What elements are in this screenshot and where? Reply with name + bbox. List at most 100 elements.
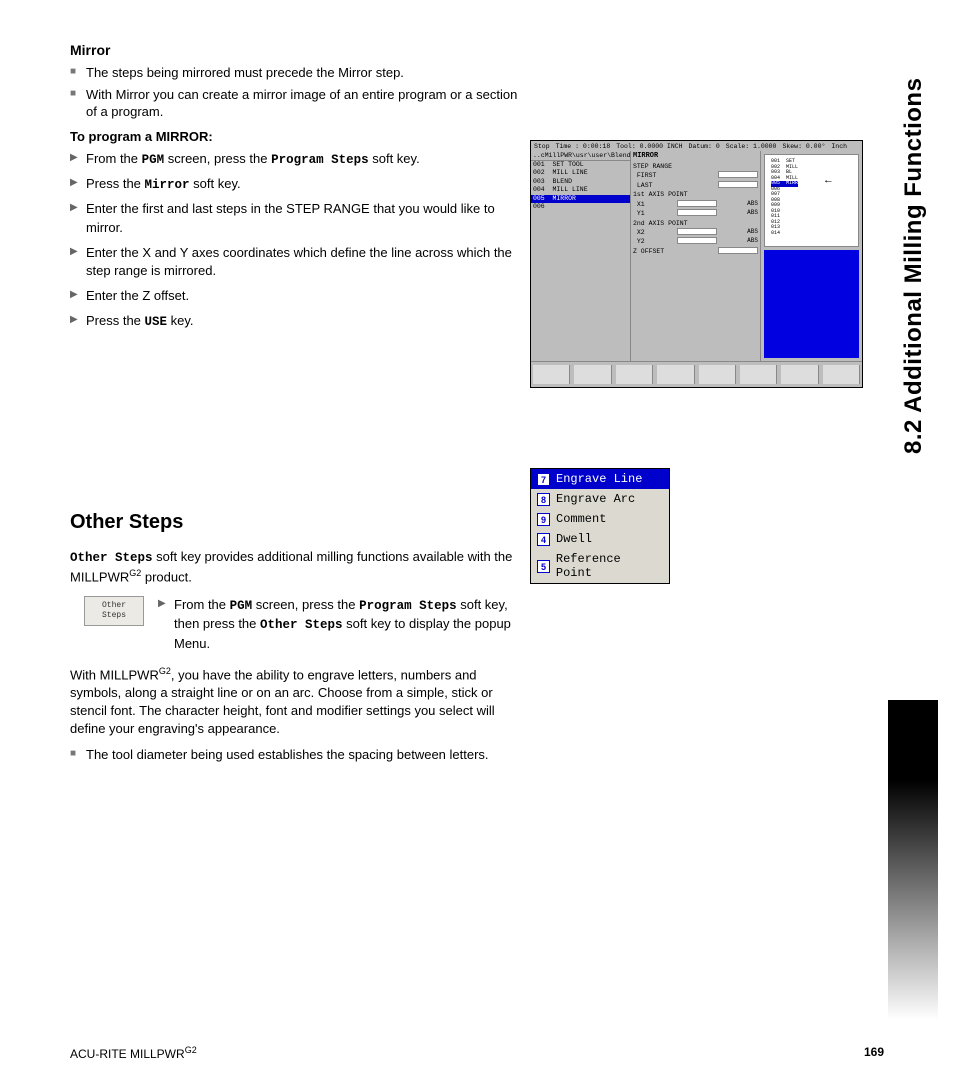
- text: Press the: [86, 313, 145, 328]
- arrow-left-icon: ←: [825, 175, 832, 187]
- mirror-note-1: The steps being mirrored must precede th…: [70, 64, 530, 82]
- softkey-4[interactable]: [657, 365, 694, 384]
- program-steps-key: Program Steps: [271, 153, 369, 167]
- mirror-step-2: Press the Mirror soft key.: [70, 175, 530, 194]
- text: soft key.: [190, 176, 241, 191]
- mirror-step-6: Press the USE key.: [70, 312, 530, 331]
- text: screen, press the: [252, 597, 359, 612]
- other-steps-heading: Other Steps: [70, 511, 530, 534]
- popup-item[interactable]: 8 Engrave Arc: [531, 489, 669, 509]
- status-scale: Scale: 1.0000: [726, 143, 777, 150]
- minimap-list: 001 SET002 MILL003 BL004 MILL005 MIRR006…: [771, 159, 798, 236]
- program-row[interactable]: 002 MILL LINE: [531, 169, 630, 177]
- mirror-note-2: With Mirror you can create a mirror imag…: [70, 86, 530, 121]
- program-path: ..cMillPWR\usr\user\Blend.mpt: [531, 151, 630, 161]
- form-row[interactable]: X1ABS: [633, 200, 758, 209]
- popup-item-label: Reference Point: [556, 552, 663, 580]
- mirror-heading: Mirror: [70, 42, 530, 58]
- preview-pane: 001 SET002 MILL003 BL004 MILL005 MIRR006…: [761, 151, 862, 361]
- text: screen, press the: [164, 151, 271, 166]
- form-header: MIRROR: [633, 152, 758, 160]
- popup-number-badge: 4: [537, 533, 550, 546]
- page-footer: ACU-RITE MILLPWRG2 169: [70, 1045, 884, 1061]
- program-row[interactable]: 006: [531, 203, 630, 211]
- other-steps-key: Other Steps: [70, 551, 153, 565]
- program-row[interactable]: 005 MIRROR: [531, 195, 630, 203]
- program-step-list[interactable]: ..cMillPWR\usr\user\Blend.mpt 001 SET TO…: [531, 151, 631, 361]
- form-row: 1st AXIS POINT: [633, 190, 758, 199]
- section-title: 8.2 Additional Milling Functions: [900, 34, 928, 454]
- popup-item[interactable]: 5Reference Point: [531, 549, 669, 583]
- popup-item-label: Comment: [556, 512, 606, 526]
- form-row[interactable]: Y1ABS: [633, 209, 758, 218]
- engraving-note-1: The tool diameter being used establishes…: [70, 746, 530, 764]
- text: product.: [141, 569, 192, 584]
- status-stop: Stop: [534, 143, 550, 150]
- mirror-step-5: Enter the Z offset.: [70, 287, 530, 306]
- pgm-key: PGM: [142, 153, 165, 167]
- program-row[interactable]: 001 SET TOOL: [531, 161, 630, 169]
- status-skew: Skew: 0.00°: [782, 143, 825, 150]
- to-program-mirror-heading: To program a MIRROR:: [70, 129, 530, 144]
- engraving-para: With MILLPWRG2, you have the ability to …: [70, 665, 530, 738]
- mirror-step-3: Enter the first and last steps in the ST…: [70, 200, 530, 238]
- popup-item[interactable]: 9 Comment: [531, 509, 669, 529]
- popup-item-label: Dwell: [556, 532, 592, 546]
- program-row[interactable]: 003 BLEND: [531, 178, 630, 186]
- softkey-desc: From the PGM screen, press the Program S…: [158, 596, 530, 653]
- popup-item[interactable]: 7 Engrave Line: [531, 469, 669, 489]
- g2-sup: G2: [129, 568, 141, 578]
- text: Press the: [86, 176, 145, 191]
- form-row[interactable]: LAST: [633, 181, 758, 190]
- popup-item[interactable]: 4 Dwell: [531, 529, 669, 549]
- softkey-callout: Other Steps From the PGM screen, press t…: [84, 596, 530, 653]
- form-row[interactable]: X2ABS: [633, 228, 758, 237]
- text: With MILLPWR: [70, 668, 159, 683]
- softkey-2[interactable]: [574, 365, 611, 384]
- status-datum: Datum: 0: [689, 143, 720, 150]
- status-time: Time : 0:00:18: [556, 143, 611, 150]
- status-unit: Inch: [831, 143, 847, 150]
- other-steps-intro: Other Steps soft key provides additional…: [70, 548, 530, 586]
- softkey-8[interactable]: [823, 365, 860, 384]
- mirror-screenshot: Stop Time : 0:00:18 Tool: 0.0000 INCH Da…: [530, 140, 863, 388]
- text: ACU-RITE MILLPWR: [70, 1047, 185, 1061]
- mirror-form[interactable]: MIRROR STEP RANGE FIRST LAST1st AXIS POI…: [631, 151, 761, 361]
- engraving-notes: The tool diameter being used establishes…: [70, 746, 530, 764]
- softkey-5[interactable]: [699, 365, 736, 384]
- other-steps-softkey[interactable]: Other Steps: [84, 596, 144, 626]
- main-column: Mirror The steps being mirrored must pre…: [70, 42, 530, 764]
- softkey-6[interactable]: [740, 365, 777, 384]
- popup-number-badge: 8: [537, 493, 550, 506]
- form-row[interactable]: Y2ABS: [633, 237, 758, 246]
- popup-number-badge: 9: [537, 513, 550, 526]
- other-steps-popup[interactable]: 7 Engrave Line 8 Engrave Arc 9 Comment 4 Dwell 5…: [530, 468, 670, 584]
- form-row[interactable]: Z OFFSET: [633, 247, 758, 256]
- softkey-bar: [531, 361, 862, 387]
- softkey-instruction: From the PGM screen, press the Program S…: [158, 596, 530, 653]
- softkey-7[interactable]: [781, 365, 818, 384]
- mirror-notes: The steps being mirrored must precede th…: [70, 64, 530, 121]
- status-tool: Tool: 0.0000 INCH: [616, 143, 682, 150]
- softkey-3[interactable]: [616, 365, 653, 384]
- screenshot-statusbar: Stop Time : 0:00:18 Tool: 0.0000 INCH Da…: [531, 141, 862, 151]
- program-row[interactable]: 004 MILL LINE: [531, 186, 630, 194]
- step-minimap[interactable]: 001 SET002 MILL003 BL004 MILL005 MIRR006…: [764, 154, 859, 247]
- popup-number-badge: 7: [537, 473, 550, 486]
- g2-sup: G2: [185, 1045, 197, 1055]
- page-number: 169: [864, 1045, 884, 1061]
- text: From the: [174, 597, 230, 612]
- form-row: 2nd AXIS POINT: [633, 219, 758, 228]
- text: From the: [86, 151, 142, 166]
- popup-item-label: Engrave Line: [556, 472, 642, 486]
- other-steps-key: Other Steps: [260, 618, 343, 632]
- popup-item-label: Engrave Arc: [556, 492, 635, 506]
- mirror-key: Mirror: [145, 178, 190, 192]
- form-row[interactable]: FIRST: [633, 171, 758, 180]
- text: key.: [167, 313, 194, 328]
- graphics-view[interactable]: [764, 250, 859, 358]
- mirror-step-1: From the PGM screen, press the Program S…: [70, 150, 530, 169]
- softkey-1[interactable]: [533, 365, 570, 384]
- screenshot-body: ..cMillPWR\usr\user\Blend.mpt 001 SET TO…: [531, 151, 862, 361]
- use-key: USE: [145, 315, 168, 329]
